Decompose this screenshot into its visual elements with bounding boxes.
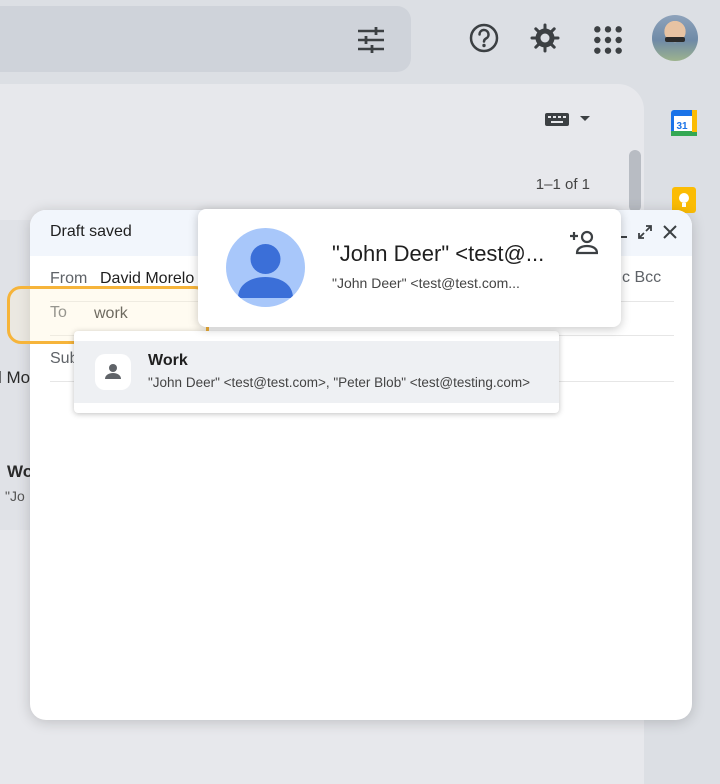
pagination-count: 1–1 of 1 xyxy=(535,176,590,193)
expand-icon[interactable] xyxy=(637,224,653,240)
help-icon[interactable] xyxy=(468,22,500,54)
filter-icon[interactable] xyxy=(356,26,386,54)
compose-title: Draft saved xyxy=(50,223,132,240)
apps-icon[interactable] xyxy=(592,24,624,56)
contact-avatar xyxy=(226,228,305,307)
contact-email: "John Deer" <test@test.com... xyxy=(332,275,520,291)
account-avatar[interactable] xyxy=(652,15,698,61)
mail-row-fragment-text: l Mo xyxy=(0,368,31,387)
suggestion-item-work[interactable]: Work "John Deer" <test@test.com>, "Peter… xyxy=(74,341,559,403)
calendar-icon[interactable]: 31 xyxy=(670,109,698,137)
suggestion-members: "John Deer" <test@test.com>, "Peter Blob… xyxy=(148,375,531,390)
contact-name: "John Deer" <test@... xyxy=(332,241,545,266)
mail-row-fragment-text: "Jo xyxy=(5,488,25,504)
suggestion-name: Work xyxy=(148,352,188,369)
scrollbar[interactable] xyxy=(629,150,641,212)
add-contact-icon[interactable] xyxy=(568,229,598,255)
settings-icon[interactable] xyxy=(529,22,561,54)
keyboard-icon[interactable] xyxy=(544,110,592,128)
contact-group-icon xyxy=(95,354,131,390)
contact-hover-card: "John Deer" <test@... "John Deer" <test@… xyxy=(198,209,621,327)
cc-bcc-links[interactable]: c Bcc xyxy=(622,269,661,287)
close-icon[interactable] xyxy=(662,224,678,240)
svg-text:31: 31 xyxy=(676,121,688,132)
search-bar[interactable] xyxy=(0,6,411,72)
recipient-suggestions: Work "John Deer" <test@test.com>, "Peter… xyxy=(74,331,559,413)
